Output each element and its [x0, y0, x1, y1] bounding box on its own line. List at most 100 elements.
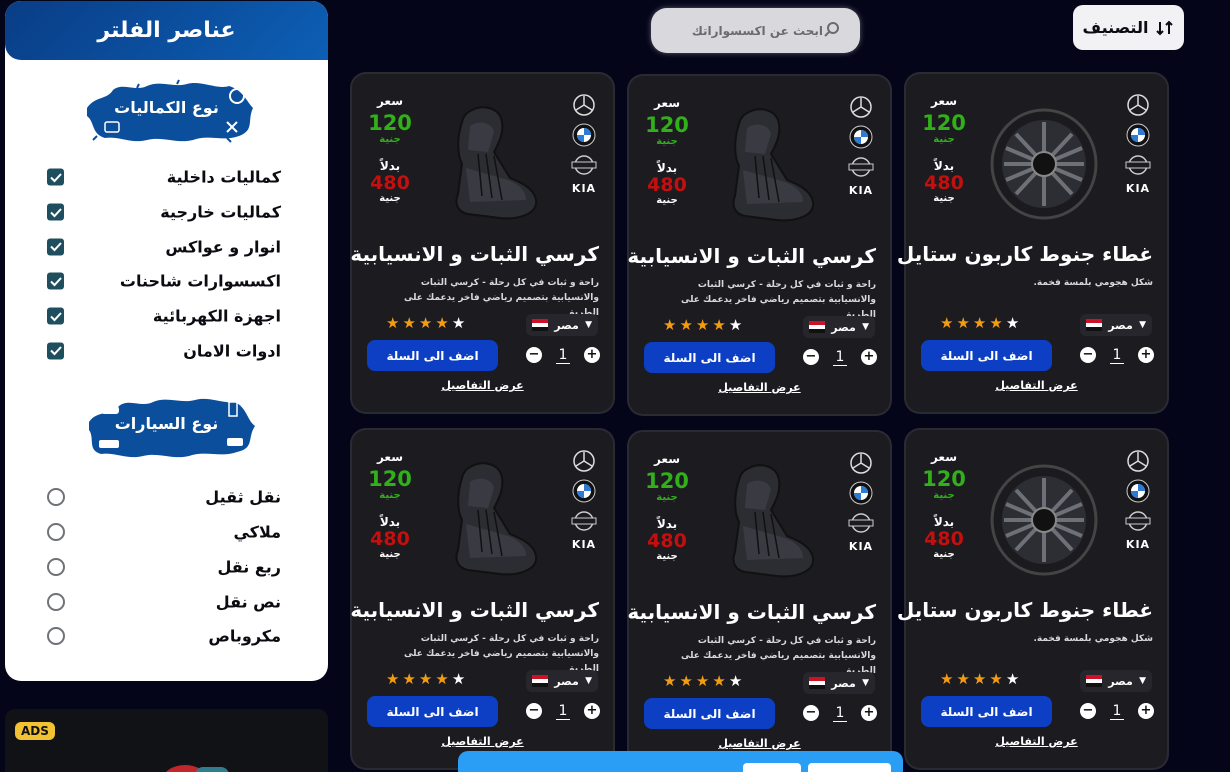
accessory-filter-1[interactable]: كماليات خارجية — [5, 195, 328, 230]
decrement-button[interactable]: − — [803, 349, 819, 365]
view-details-link[interactable]: عرض التفاصيل — [352, 379, 613, 392]
popup-primary-button[interactable] — [808, 763, 891, 772]
star-icon[interactable]: ★ — [435, 670, 448, 688]
radio-button[interactable] — [47, 523, 65, 542]
star-icon[interactable]: ★ — [989, 670, 1002, 688]
star-icon[interactable]: ★ — [402, 314, 415, 332]
star-icon[interactable]: ★ — [956, 670, 969, 688]
view-details-link[interactable]: عرض التفاصيل — [629, 737, 890, 750]
wheel-cover-image[interactable] — [976, 460, 1106, 584]
star-icon[interactable]: ★ — [940, 314, 953, 332]
increment-button[interactable]: + — [1137, 703, 1154, 719]
add-to-cart-button[interactable]: اضف الى السلة — [367, 696, 498, 727]
star-icon[interactable]: ★ — [973, 670, 986, 688]
increment-button[interactable]: + — [1137, 347, 1154, 363]
car-seat-image[interactable] — [422, 460, 552, 584]
star-icon[interactable]: ★ — [973, 314, 986, 332]
car-filter-4[interactable]: مكروباص — [5, 619, 328, 654]
increment-button[interactable]: + — [860, 349, 877, 365]
add-to-cart-button[interactable]: اضف الى السلة — [921, 696, 1052, 727]
star-icon[interactable]: ★ — [1006, 670, 1019, 688]
add-to-cart-button[interactable]: اضف الى السلة — [921, 340, 1052, 371]
add-to-cart-button[interactable]: اضف الى السلة — [644, 342, 775, 373]
star-icon[interactable]: ★ — [940, 670, 953, 688]
star-icon[interactable]: ★ — [386, 670, 399, 688]
accessory-filter-4[interactable]: اجهزة الكهربائية — [5, 299, 328, 334]
star-icon[interactable]: ★ — [402, 670, 415, 688]
decrement-button[interactable]: − — [526, 347, 542, 363]
product-card[interactable]: KIA سعر 120 جنية بدلاً 480 جنية كرسي الث… — [627, 432, 890, 770]
product-title[interactable]: كرسي الثبات و الانسيابية — [627, 600, 876, 624]
checkbox[interactable] — [47, 168, 64, 186]
star-icon[interactable]: ★ — [679, 672, 692, 690]
view-details-link[interactable]: عرض التفاصيل — [906, 735, 1167, 748]
decrement-button[interactable]: − — [526, 703, 542, 719]
add-to-cart-button[interactable]: اضف الى السلة — [644, 698, 775, 729]
car-seat-image[interactable] — [699, 462, 829, 586]
country-select[interactable]: مصر ▼ — [1080, 670, 1152, 692]
product-card[interactable]: KIA سعر 120 جنية بدلاً 480 جنية غطاء جنو… — [897, 74, 1167, 412]
view-details-link[interactable]: عرض التفاصيل — [906, 379, 1167, 392]
accessory-filter-2[interactable]: انوار و عواكس — [5, 229, 328, 264]
product-title[interactable]: كرسي الثبات و الانسيابية — [350, 598, 599, 622]
radio-button[interactable] — [47, 627, 65, 646]
country-select[interactable]: مصر ▼ — [1080, 314, 1152, 336]
increment-button[interactable]: + — [860, 705, 877, 721]
checkbox[interactable] — [47, 238, 64, 256]
star-icon[interactable]: ★ — [1006, 314, 1019, 332]
car-seat-image[interactable] — [422, 104, 552, 228]
sort-button[interactable]: التصنيف — [1073, 5, 1184, 50]
radio-button[interactable] — [47, 557, 65, 576]
product-title[interactable]: غطاء جنوط كاربون ستايل — [897, 598, 1153, 622]
star-icon[interactable]: ★ — [386, 314, 399, 332]
star-icon[interactable]: ★ — [663, 672, 676, 690]
decrement-button[interactable]: − — [1080, 703, 1096, 719]
search-icon[interactable] — [823, 21, 841, 39]
star-icon[interactable]: ★ — [696, 672, 709, 690]
star-icon[interactable]: ★ — [679, 316, 692, 334]
accessory-filter-0[interactable]: كماليات داخلية — [5, 160, 328, 195]
star-icon[interactable]: ★ — [696, 316, 709, 334]
star-icon[interactable]: ★ — [712, 672, 725, 690]
view-details-link[interactable]: عرض التفاصيل — [629, 381, 890, 394]
star-icon[interactable]: ★ — [729, 316, 742, 334]
country-select[interactable]: مصر ▼ — [526, 314, 598, 336]
view-details-link[interactable]: عرض التفاصيل — [352, 735, 613, 748]
car-seat-image[interactable] — [699, 106, 829, 230]
accessory-filter-5[interactable]: ادوات الامان — [5, 333, 328, 368]
product-card[interactable]: KIA سعر 120 جنية بدلاً 480 جنية غطاء جنو… — [897, 430, 1167, 768]
star-icon[interactable]: ★ — [452, 670, 465, 688]
product-title[interactable]: كرسي الثبات و الانسيابية — [627, 244, 876, 268]
product-card[interactable]: KIA سعر 120 جنية بدلاً 480 جنية كرسي الث… — [350, 74, 613, 412]
star-icon[interactable]: ★ — [712, 316, 725, 334]
increment-button[interactable]: + — [583, 347, 600, 363]
product-title[interactable]: كرسي الثبات و الانسيابية — [350, 242, 599, 266]
checkbox[interactable] — [47, 307, 64, 325]
star-icon[interactable]: ★ — [956, 314, 969, 332]
car-filter-2[interactable]: ربع نقل — [5, 550, 328, 585]
star-icon[interactable]: ★ — [729, 672, 742, 690]
checkbox[interactable] — [47, 203, 64, 221]
increment-button[interactable]: + — [583, 703, 600, 719]
car-filter-3[interactable]: نص نقل — [5, 584, 328, 619]
ads-panel[interactable]: ADS — [5, 709, 328, 772]
popup-secondary-button[interactable] — [743, 763, 801, 772]
country-select[interactable]: مصر ▼ — [526, 670, 598, 692]
checkbox[interactable] — [47, 272, 64, 290]
search-input[interactable] — [663, 8, 823, 53]
star-icon[interactable]: ★ — [989, 314, 1002, 332]
accessory-filter-3[interactable]: اكسسوارات شاحنات — [5, 264, 328, 299]
product-card[interactable]: KIA سعر 120 جنية بدلاً 480 جنية كرسي الث… — [627, 76, 890, 414]
star-icon[interactable]: ★ — [452, 314, 465, 332]
star-icon[interactable]: ★ — [663, 316, 676, 334]
car-filter-0[interactable]: نقل ثقيل — [5, 480, 328, 515]
radio-button[interactable] — [47, 592, 65, 611]
star-icon[interactable]: ★ — [419, 314, 432, 332]
star-icon[interactable]: ★ — [419, 670, 432, 688]
checkbox[interactable] — [47, 342, 64, 360]
decrement-button[interactable]: − — [1080, 347, 1096, 363]
country-select[interactable]: مصر ▼ — [803, 672, 875, 694]
decrement-button[interactable]: − — [803, 705, 819, 721]
add-to-cart-button[interactable]: اضف الى السلة — [367, 340, 498, 371]
product-card[interactable]: KIA سعر 120 جنية بدلاً 480 جنية كرسي الث… — [350, 430, 613, 768]
